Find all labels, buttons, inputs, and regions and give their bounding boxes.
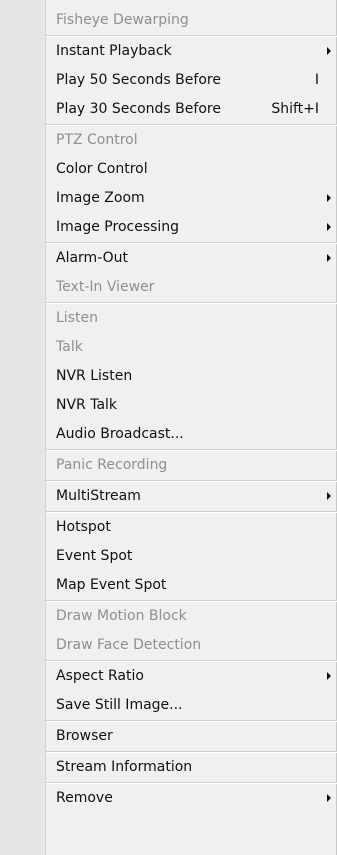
menu-item-label: Event Spot <box>56 548 133 564</box>
submenu-arrow-icon <box>327 492 331 500</box>
menu-item-label: Talk <box>56 339 83 355</box>
menu-item-label: Fisheye Dewarping <box>56 12 189 28</box>
shortcut-label: Shift+I <box>271 101 319 117</box>
submenu-arrow-icon <box>327 194 331 202</box>
menu-item-label: Play 30 Seconds Before <box>56 101 221 117</box>
menu-item-image-zoom[interactable]: Image Zoom <box>0 184 337 213</box>
menu-item-play-50-seconds-before[interactable]: Play 50 Seconds Before I <box>0 66 337 95</box>
menu-item-stream-information[interactable]: Stream Information <box>0 753 337 782</box>
menu-item-talk: Talk <box>0 333 337 362</box>
menu-item-label: Image Zoom <box>56 190 145 206</box>
menu-item-play-30-seconds-before[interactable]: Play 30 Seconds Before Shift+I <box>0 95 337 124</box>
menu-item-aspect-ratio[interactable]: Aspect Ratio <box>0 662 337 691</box>
menu-item-label: Instant Playback <box>56 43 172 59</box>
menu-item-draw-face-detection: Draw Face Detection <box>0 631 337 660</box>
menu-item-instant-playback[interactable]: Instant Playback <box>0 37 337 66</box>
submenu-arrow-icon <box>327 254 331 262</box>
menu-item-label: Color Control <box>56 161 148 177</box>
menu-item-label: PTZ Control <box>56 132 138 148</box>
menu-item-label: MultiStream <box>56 488 141 504</box>
menu-item-label: Play 50 Seconds Before <box>56 72 221 88</box>
menu-item-label: Panic Recording <box>56 457 168 473</box>
menu-item-label: Text-In Viewer <box>56 279 155 295</box>
menu-item-multistream[interactable]: MultiStream <box>0 482 337 511</box>
menu-item-label: Stream Information <box>56 759 193 775</box>
menu-item-label: Remove <box>56 790 113 806</box>
submenu-arrow-icon <box>327 47 331 55</box>
shortcut-label: I <box>314 72 319 88</box>
menu-item-nvr-listen[interactable]: NVR Listen <box>0 362 337 391</box>
submenu-arrow-icon <box>327 223 331 231</box>
menu-item-ptz-control: PTZ Control <box>0 126 337 155</box>
menu-item-label: Hotspot <box>56 519 111 535</box>
menu-item-text-in-viewer: Text-In Viewer <box>0 273 337 302</box>
menu-item-label: NVR Talk <box>56 397 118 413</box>
menu-item-color-control[interactable]: Color Control <box>0 155 337 184</box>
menu-item-label: Browser <box>56 728 113 744</box>
menu-item-label: Alarm-Out <box>56 250 129 266</box>
menu-item-alarm-out[interactable]: Alarm-Out <box>0 244 337 273</box>
submenu-arrow-icon <box>327 672 331 680</box>
menu-item-audio-broadcast[interactable]: Audio Broadcast... <box>0 420 337 449</box>
menu-item-listen: Listen <box>0 304 337 333</box>
menu-item-save-still-image[interactable]: Save Still Image... <box>0 691 337 720</box>
menu-items: Fisheye Dewarping Instant Playback Play … <box>0 0 337 813</box>
menu-item-nvr-talk[interactable]: NVR Talk <box>0 391 337 420</box>
menu-item-label: Audio Broadcast... <box>56 426 184 442</box>
menu-item-label: Map Event Spot <box>56 577 167 593</box>
context-menu: Fisheye Dewarping Instant Playback Play … <box>0 0 337 855</box>
menu-item-browser[interactable]: Browser <box>0 722 337 751</box>
menu-item-label: Draw Motion Block <box>56 608 187 624</box>
menu-item-label: Image Processing <box>56 219 180 235</box>
menu-item-label: Save Still Image... <box>56 697 183 713</box>
menu-item-hotspot[interactable]: Hotspot <box>0 513 337 542</box>
menu-item-label: NVR Listen <box>56 368 133 384</box>
menu-item-image-processing[interactable]: Image Processing <box>0 213 337 242</box>
menu-item-label: Aspect Ratio <box>56 668 144 684</box>
menu-item-draw-motion-block: Draw Motion Block <box>0 602 337 631</box>
menu-item-event-spot[interactable]: Event Spot <box>0 542 337 571</box>
menu-item-fisheye-dewarping: Fisheye Dewarping <box>0 6 337 35</box>
menu-item-panic-recording: Panic Recording <box>0 451 337 480</box>
menu-item-label: Listen <box>56 310 98 326</box>
menu-item-label: Draw Face Detection <box>56 637 202 653</box>
submenu-arrow-icon <box>327 794 331 802</box>
menu-item-map-event-spot[interactable]: Map Event Spot <box>0 571 337 600</box>
menu-item-remove[interactable]: Remove <box>0 784 337 813</box>
